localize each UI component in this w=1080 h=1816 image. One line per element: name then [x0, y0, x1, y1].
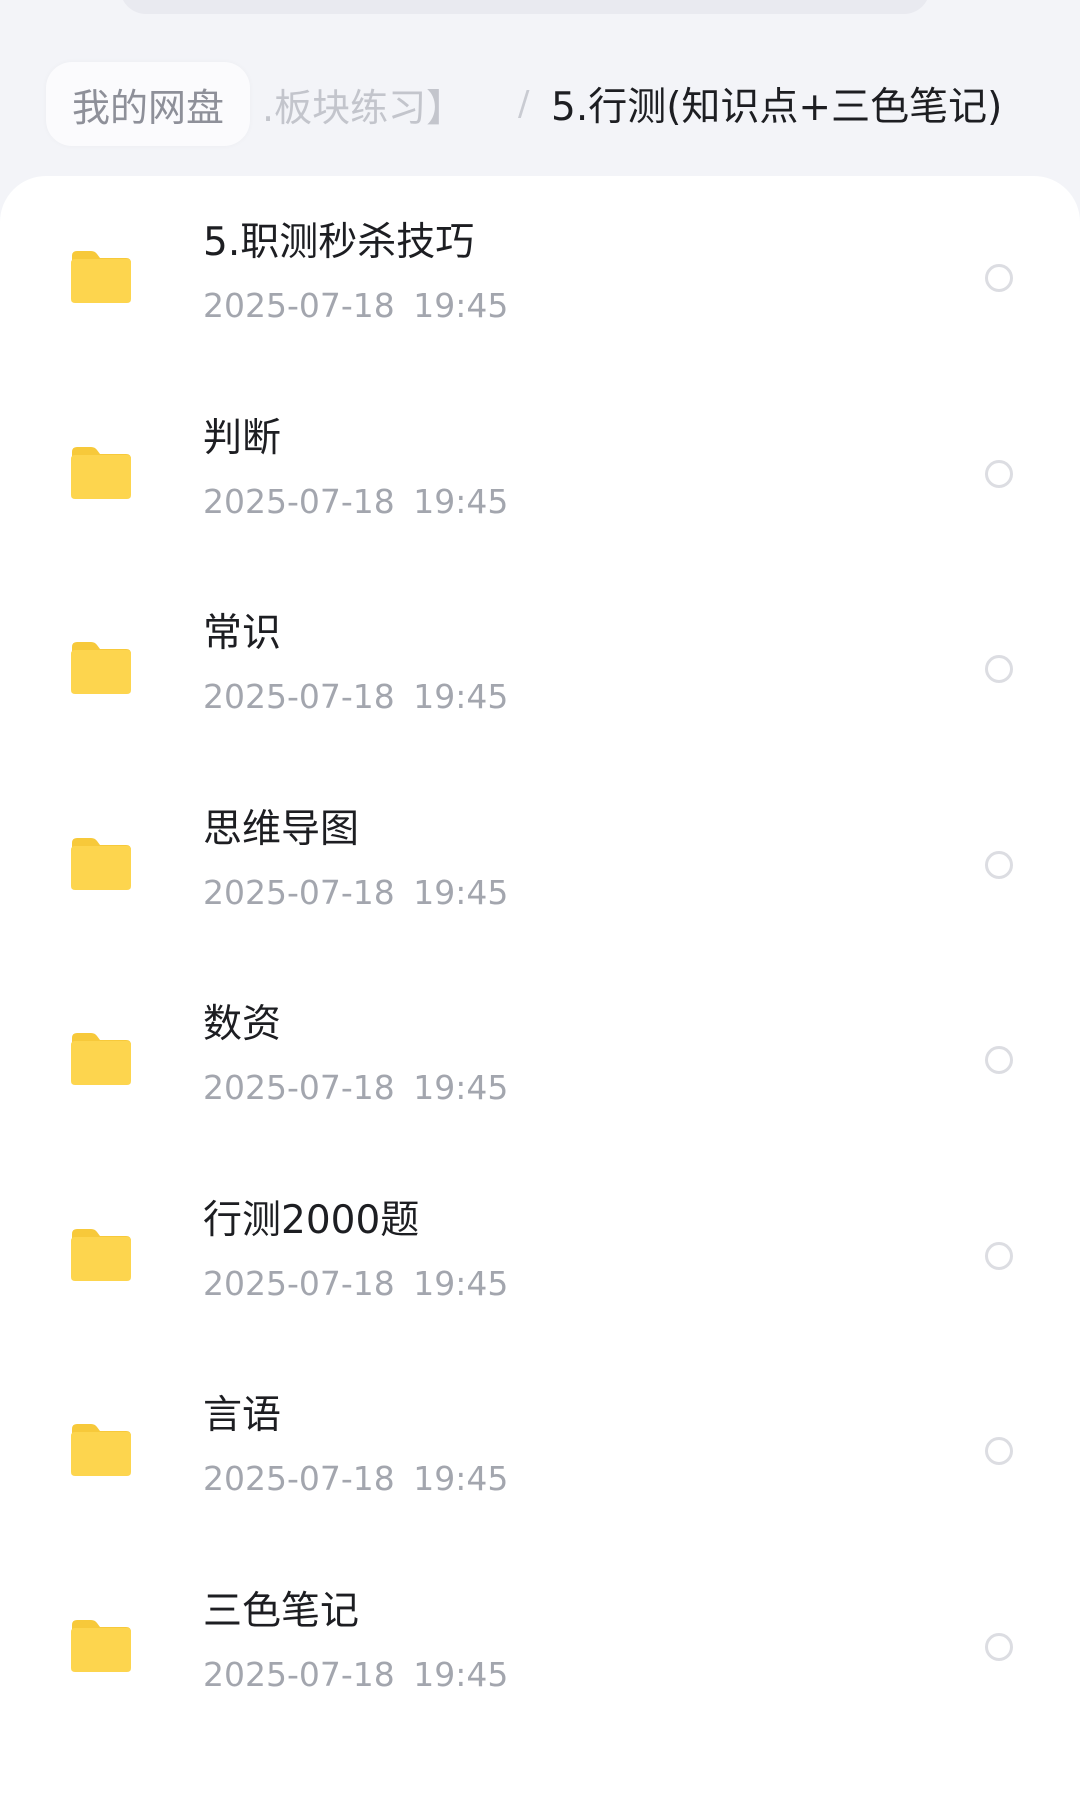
file-name: 行测2000题 [203, 1197, 420, 1243]
file-row-4[interactable]: 思维导图 2025-07-18 19:45 [0, 787, 1080, 983]
search-bar[interactable] [120, 0, 930, 14]
breadcrumb: .板块练习】 我的网盘 / 5.行测(知识点+三色笔记) [0, 62, 1080, 152]
file-row-5[interactable]: 数资 2025-07-18 19:45 [0, 982, 1080, 1178]
select-radio[interactable] [985, 1437, 1013, 1465]
file-modified-date: 2025-07-18 19:45 [203, 286, 509, 325]
file-modified-date: 2025-07-18 19:45 [203, 677, 509, 716]
breadcrumb-current-folder: 5.行测(知识点+三色笔记) [551, 85, 1003, 130]
folder-icon [70, 641, 132, 695]
breadcrumb-separator: / [518, 84, 530, 124]
file-modified-date: 2025-07-18 19:45 [203, 872, 509, 912]
select-radio[interactable] [985, 264, 1013, 292]
file-name: 三色笔记 [203, 1588, 360, 1634]
file-list: 5.职测秒杀技巧 2025-07-18 19:45 判断 2025-07-18 … [0, 200, 1080, 1764]
folder-icon [70, 446, 132, 500]
breadcrumb-root[interactable]: 我的网盘 [46, 62, 251, 146]
file-name: 数资 [203, 1002, 282, 1047]
file-name: 5.职测秒杀技巧 [203, 220, 475, 265]
file-row-3[interactable]: 常识 2025-07-18 19:45 [0, 591, 1080, 787]
file-name: 常识 [203, 611, 282, 656]
file-list-panel: 5.职测秒杀技巧 2025-07-18 19:45 判断 2025-07-18 … [0, 176, 1080, 1816]
file-row-6[interactable]: 行测2000题 2025-07-18 19:45 [0, 1178, 1080, 1374]
folder-icon [70, 250, 132, 304]
folder-icon [70, 1423, 132, 1477]
folder-icon [70, 1228, 132, 1282]
select-radio[interactable] [985, 1241, 1013, 1270]
file-row-2[interactable]: 判断 2025-07-18 19:45 [0, 396, 1080, 592]
select-radio[interactable] [985, 459, 1013, 488]
select-radio[interactable] [985, 1046, 1013, 1074]
file-modified-date: 2025-07-18 19:45 [203, 1654, 509, 1694]
file-name: 判断 [203, 415, 282, 461]
folder-icon [70, 1032, 132, 1086]
select-radio[interactable] [985, 850, 1013, 879]
file-row-8[interactable]: 三色笔记 2025-07-18 19:45 [0, 1569, 1080, 1765]
breadcrumb-parent[interactable]: .板块练习】 [262, 62, 464, 146]
file-modified-date: 2025-07-18 19:45 [203, 1263, 509, 1303]
file-modified-date: 2025-07-18 19:45 [203, 1459, 509, 1498]
file-modified-date: 2025-07-18 19:45 [203, 1068, 509, 1107]
file-row-1[interactable]: 5.职测秒杀技巧 2025-07-18 19:45 [0, 200, 1080, 396]
folder-icon [70, 837, 132, 891]
select-radio[interactable] [985, 1632, 1013, 1661]
folder-icon [70, 1619, 132, 1673]
file-row-7[interactable]: 言语 2025-07-18 19:45 [0, 1373, 1080, 1569]
file-name: 思维导图 [203, 806, 360, 852]
file-name: 言语 [203, 1393, 282, 1438]
file-modified-date: 2025-07-18 19:45 [203, 481, 509, 521]
select-radio[interactable] [985, 655, 1013, 683]
